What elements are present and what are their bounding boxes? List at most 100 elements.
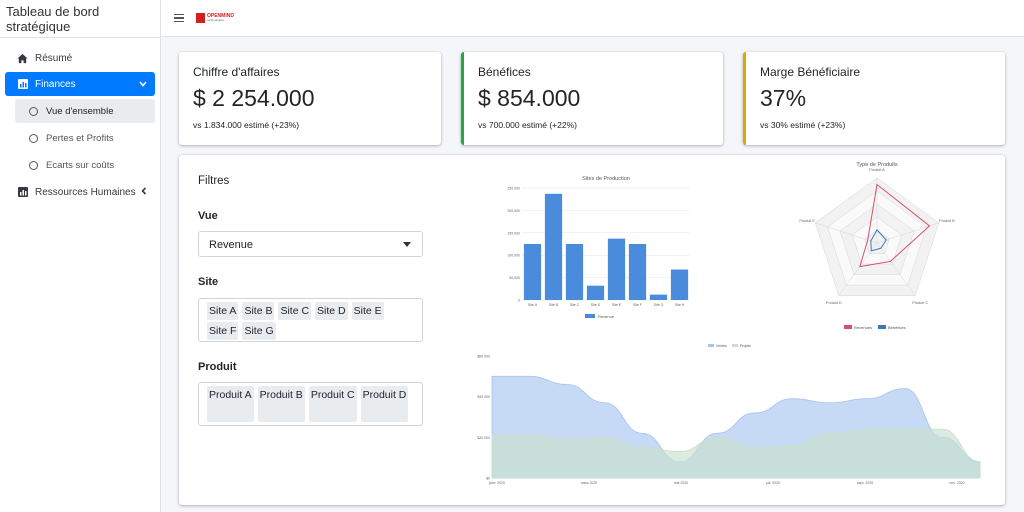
x-tick-label: Site B (549, 303, 559, 307)
kpi-subtext: vs 1.834.000 estimé (+23%) (193, 120, 300, 130)
sidebar-item-label: Ressources Humaines (35, 186, 136, 198)
chart-title: Sites de Production (582, 176, 630, 182)
top-navbar: OPENMIND technologies (161, 0, 1024, 37)
chevron-down-icon (139, 79, 147, 89)
home-icon (17, 53, 28, 64)
circle-icon (29, 133, 38, 143)
vue-label: Vue (198, 210, 218, 222)
produit-tag[interactable]: Produit D (360, 386, 409, 422)
kpi-title: Chiffre d'affaires (193, 65, 280, 79)
filters-title: Filtres (198, 175, 230, 187)
x-tick-label: janv. 2020 (488, 481, 505, 485)
bar (565, 244, 584, 300)
bar (523, 244, 542, 300)
sidebar-subitem-vue-ensemble[interactable]: Vue d'ensemble (15, 99, 155, 123)
legend-swatch (732, 344, 738, 347)
kpi-value: $ 854.000 (478, 85, 581, 111)
site-multiselect[interactable]: Site A Site B Site C Site D Site E Site … (198, 298, 423, 342)
bar (670, 269, 689, 300)
y-tick-label: 100,000 (507, 254, 520, 258)
y-tick-label: $20 000 (477, 436, 490, 440)
kpi-subtext: vs 30% estimé (+23%) (760, 120, 846, 130)
radar-chart: Type de ProduitsProduit AProduit BProdui… (799, 162, 955, 330)
y-tick-label: $40 000 (477, 395, 490, 399)
sidebar-item-label: Résumé (35, 52, 73, 64)
sidebar-subitem-label: Ecarts sur coûts (46, 159, 115, 171)
caret-down-icon (403, 242, 411, 247)
site-tag[interactable]: Site C (278, 302, 312, 320)
area-chart: $0 $20 000 $40 000 $60 000 janv. 2020 mars 20… (477, 344, 981, 485)
site-tag[interactable]: Site E (351, 302, 384, 320)
sidebar-subitem-label: Vue d'ensemble (46, 105, 114, 117)
chart-icon (17, 79, 28, 90)
site-tag[interactable]: Site F (207, 322, 239, 340)
y-tick-label: 200,000 (507, 209, 520, 213)
company-logo: OPENMIND technologies (196, 10, 240, 26)
site-tag[interactable]: Site B (242, 302, 275, 320)
bar (607, 238, 626, 300)
site-tag[interactable]: Site G (242, 322, 276, 340)
legend-label: Ventes (716, 344, 727, 348)
sidebar-item-finances[interactable]: Finances (5, 72, 155, 96)
radar-axis-label: Produit C (912, 301, 928, 305)
y-tick-label: 250,000 (507, 187, 520, 191)
radar-axis-label: Produit D (826, 301, 842, 305)
bar-chart: Sites de Production 0 50,000 100,000 150,000… (507, 176, 690, 319)
legend-swatch (878, 325, 886, 329)
radar-axis-label: Produit B (939, 219, 955, 223)
legend-swatch (708, 344, 714, 347)
y-tick-label: $0 (486, 477, 490, 481)
sidebar: Tableau de bord stratégique Résumé Finan… (0, 0, 161, 512)
x-tick-label: Site A (528, 303, 538, 307)
legend-label: Projets (740, 344, 751, 348)
app-title: Tableau de bord stratégique (0, 0, 160, 38)
kpi-title: Bénéfices (478, 65, 531, 79)
legend-swatch (844, 325, 852, 329)
chart-icon (17, 187, 28, 198)
x-tick-label: Site E (612, 303, 622, 307)
circle-icon (29, 106, 38, 116)
kpi-card-marge: Marge Bénéficiaire 37% vs 30% estimé (+2… (743, 52, 1005, 145)
x-tick-label: Site F (633, 303, 642, 307)
hamburger-menu-icon[interactable] (174, 13, 184, 23)
kpi-value: 37% (760, 85, 807, 111)
x-tick-label: mars 2020 (581, 481, 598, 485)
x-tick-label: mai 2020 (674, 481, 688, 485)
sidebar-item-rh[interactable]: Ressources Humaines (5, 180, 155, 204)
x-tick-label: Site D (591, 303, 601, 307)
x-tick-label: sept. 2020 (857, 481, 873, 485)
produit-tag[interactable]: Produit C (308, 386, 357, 422)
radar-axis-label: Produit A (869, 168, 885, 172)
y-tick-label: 0 (518, 299, 520, 303)
y-tick-label: $60 000 (477, 355, 490, 359)
produit-multiselect[interactable]: Produit A Produit B Produit C Produit D (198, 382, 423, 426)
legend-label: Revenues (854, 325, 872, 330)
kpi-title: Marge Bénéficiaire (760, 65, 861, 79)
x-tick-label: Site H (675, 303, 685, 307)
circle-icon (29, 160, 38, 170)
vue-select-value: Revenue (209, 239, 254, 251)
bar (586, 285, 605, 300)
site-label: Site (198, 276, 219, 288)
legend-label: Revenue (598, 314, 615, 319)
y-tick-label: 50,000 (509, 276, 520, 280)
bar (649, 294, 668, 300)
produit-tag[interactable]: Produit A (207, 386, 254, 422)
sidebar-subitem-label: Pertes et Profits (46, 132, 114, 144)
produit-tag[interactable]: Produit B (257, 386, 305, 422)
site-tag[interactable]: Site D (315, 302, 348, 320)
legend-swatch (585, 314, 595, 318)
vue-select[interactable]: Revenue (198, 231, 423, 257)
kpi-card-chiffre-affaires: Chiffre d'affaires $ 2 254.000 vs 1.834.… (179, 52, 441, 145)
chevron-left-icon (141, 187, 147, 197)
sidebar-subitem-ecarts-couts[interactable]: Ecarts sur coûts (15, 153, 155, 177)
site-tag[interactable]: Site A (207, 302, 239, 320)
produit-label: Produit (198, 361, 237, 373)
y-tick-label: 150,000 (507, 231, 520, 235)
sidebar-item-resume[interactable]: Résumé (5, 46, 155, 70)
sidebar-item-label: Finances (35, 78, 76, 90)
sidebar-subitem-pertes-profits[interactable]: Pertes et Profits (15, 126, 155, 150)
kpi-card-benefices: Bénéfices $ 854.000 vs 700.000 estimé (+… (461, 52, 723, 145)
x-tick-label: nov. 2020 (949, 481, 964, 485)
x-tick-label: Site G (654, 303, 664, 307)
